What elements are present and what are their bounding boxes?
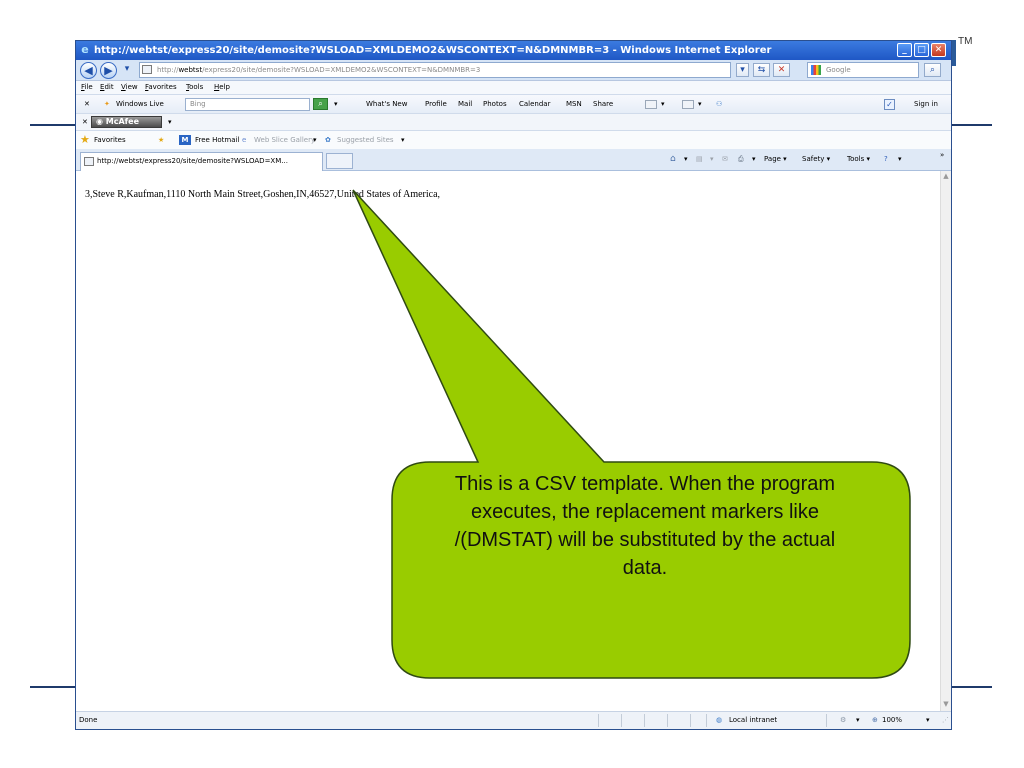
callout-shape <box>352 189 911 679</box>
callout-balloon <box>352 189 911 679</box>
callout-text: This is a CSV template. When the program… <box>454 473 836 579</box>
